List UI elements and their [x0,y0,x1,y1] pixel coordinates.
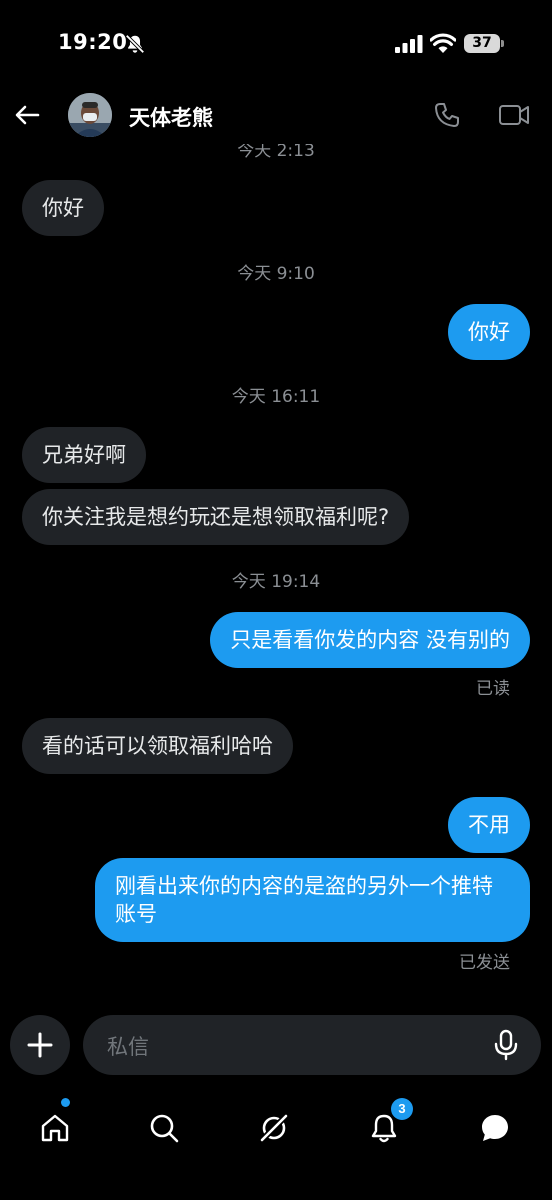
search-icon [150,1114,179,1143]
back-arrow-icon[interactable] [12,100,42,130]
message-outgoing[interactable]: 不用 [448,797,530,853]
avatar[interactable] [68,93,112,137]
message-outgoing[interactable]: 只是看看你发的内容 没有别的 [210,612,530,668]
message-input[interactable]: 私信 [83,1015,541,1075]
message-list[interactable]: 今天 2:13 你好 今天 9:10 你好 今天 16:11 兄弟好啊 你关注我… [0,0,552,1010]
nav-messages[interactable] [467,1098,523,1154]
nav-search[interactable] [136,1098,192,1154]
microphone-icon[interactable] [491,1029,521,1061]
video-call-icon[interactable] [497,100,531,130]
message-outgoing[interactable]: 刚看出来你的内容的是盗的另外一个推特账号 [95,858,530,942]
home-unread-dot [61,1098,70,1107]
notification-count-badge: 3 [391,1098,413,1120]
message-incoming[interactable]: 兄弟好啊 [22,427,146,483]
message-composer: 私信 [0,1014,552,1078]
messages-icon [482,1115,508,1141]
timestamp: 今天 9:10 [237,264,315,284]
timestamp: 今天 19:14 [231,572,321,592]
plus-icon [27,1032,53,1058]
avatar-image [68,93,112,137]
phone-icon[interactable] [432,100,462,130]
add-attachment-button[interactable] [10,1015,70,1075]
bottom-navigation: 3 [0,1088,552,1200]
timestamp: 今天 16:11 [231,387,321,407]
nav-grok[interactable] [246,1098,302,1154]
home-icon [41,1114,69,1142]
conversation-header: 天体老熊 [0,88,552,144]
message-incoming[interactable]: 你关注我是想约玩还是想领取福利呢? [22,489,410,545]
contact-name[interactable]: 天体老熊 [129,102,213,132]
message-incoming[interactable]: 你好 [22,180,104,236]
nav-home[interactable] [27,1098,83,1154]
message-input-placeholder: 私信 [107,1035,149,1059]
message-outgoing[interactable]: 你好 [448,304,530,360]
read-receipt: 已读 [476,679,510,699]
message-incoming[interactable]: 看的话可以领取福利哈哈 [22,718,293,774]
sent-receipt: 已发送 [459,953,510,973]
grok-icon [259,1113,289,1143]
